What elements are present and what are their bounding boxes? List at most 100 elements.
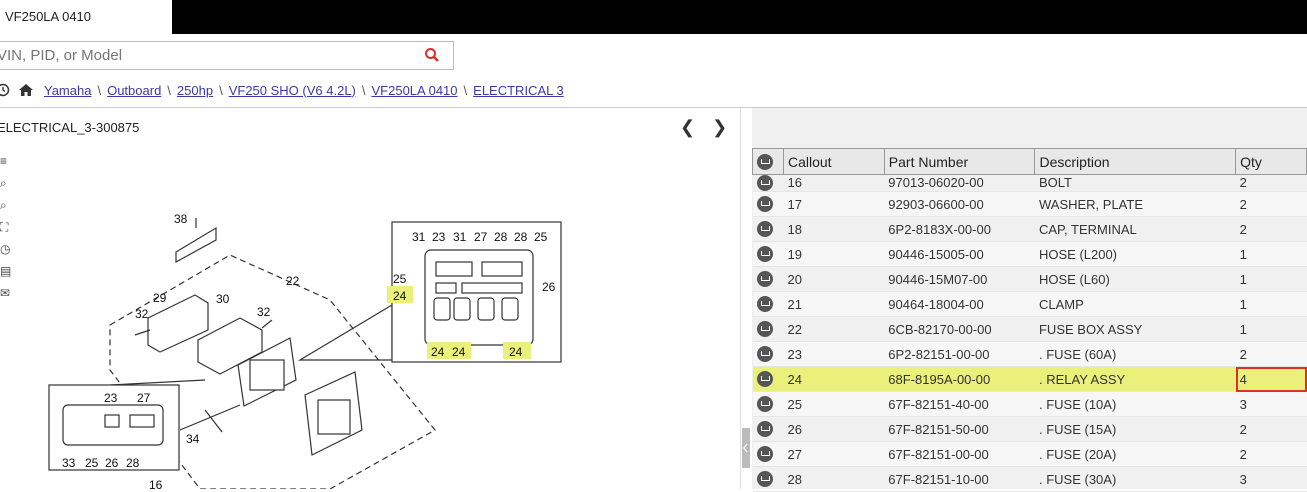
callout-31[interactable]: 31	[412, 230, 426, 244]
cell-qty: 3	[1235, 391, 1307, 417]
cell-qty: 2	[1235, 174, 1307, 192]
breadcrumb-outboard[interactable]: Outboard	[107, 83, 161, 98]
column-header-part-number[interactable]: Part Number	[883, 148, 1036, 175]
callout-26[interactable]: 26	[105, 456, 119, 470]
cell-qty: 1	[1235, 316, 1307, 342]
cell-part-number: 90446-15005-00	[884, 241, 1035, 267]
search-icon[interactable]	[424, 47, 440, 63]
table-row[interactable]: 21 90464-18004-00 CLAMP 1	[752, 291, 1307, 317]
cell-qty: 2	[1235, 216, 1307, 242]
callout-25[interactable]: 25	[393, 272, 407, 286]
cart-icon[interactable]	[756, 346, 773, 363]
cell-part-number: 92903-06600-00	[884, 191, 1035, 217]
table-row[interactable]: 28 67F-82151-10-00. FUSE (30A) 3	[752, 466, 1307, 492]
cell-callout: 27	[783, 441, 885, 467]
callout-38[interactable]: 38	[174, 212, 188, 226]
table-row[interactable]: 26 67F-82151-50-00. FUSE (15A) 2	[752, 416, 1307, 442]
cell-qty: 1	[1235, 266, 1307, 292]
callout-28[interactable]: 28	[126, 456, 140, 470]
cart-icon[interactable]	[756, 175, 773, 191]
table-row[interactable]: 22 6CB-82170-00-00 FUSE BOX ASSY 1	[752, 316, 1307, 342]
history-icon[interactable]	[0, 83, 10, 97]
column-header-callout[interactable]: Callout	[782, 148, 885, 175]
breadcrumb-vf250la[interactable]: VF250LA 0410	[372, 83, 458, 98]
breadcrumb-vf250-sho[interactable]: VF250 SHO (V6 4.2L)	[229, 83, 356, 98]
cart-icon[interactable]	[756, 321, 773, 338]
cell-callout: 16	[783, 174, 885, 192]
callout-25[interactable]: 25	[534, 230, 548, 244]
table-row[interactable]: 24 68F-8195A-00-00. RELAY ASSY 4	[752, 366, 1307, 392]
table-row[interactable]: 25 67F-82151-40-00. FUSE (10A) 3	[752, 391, 1307, 417]
tab-vf250la[interactable]: VF250LA 0410	[0, 0, 172, 34]
table-row[interactable]: 16 97013-06020-00 BOLT 2	[752, 174, 1307, 192]
callout-24-highlight[interactable]: 24	[393, 289, 407, 303]
callout-27[interactable]: 27	[137, 391, 151, 405]
cart-icon[interactable]	[757, 154, 773, 171]
cell-callout: 21	[783, 291, 885, 317]
callout-28[interactable]: 28	[494, 230, 508, 244]
table-row[interactable]: 19 90446-15005-00 HOSE (L200) 1	[752, 241, 1307, 267]
callout-33[interactable]: 33	[62, 456, 76, 470]
search-box	[0, 41, 454, 70]
callout-23[interactable]: 23	[432, 230, 446, 244]
table-row[interactable]: 20 90446-15M07-00 HOSE (L60) 1	[752, 266, 1307, 292]
cart-icon[interactable]	[756, 471, 773, 488]
cell-callout: 18	[783, 216, 885, 242]
callout-27[interactable]: 27	[474, 230, 488, 244]
cart-icon[interactable]	[756, 396, 773, 413]
callout-34[interactable]: 34	[186, 432, 200, 446]
breadcrumb: Yamaha \ Outboard \ 250hp \ VF250 SHO (V6 4…	[0, 80, 564, 100]
cell-description: HOSE (L60)	[1034, 266, 1236, 292]
cell-description: . FUSE (60A)	[1034, 341, 1236, 367]
callout-29[interactable]: 29	[153, 291, 167, 305]
callout-25[interactable]: 25	[85, 456, 99, 470]
cell-part-number: 6P2-8183X-00-00	[884, 216, 1035, 242]
cell-callout: 23	[783, 341, 885, 367]
cell-qty: 2	[1235, 191, 1307, 217]
cell-qty: 4	[1235, 366, 1307, 392]
search-input[interactable]	[0, 42, 397, 68]
cart-icon[interactable]	[756, 196, 773, 213]
parts-diagram: 38 22 29 30 32 32 34 16 31 23 31 27 28 2…	[48, 212, 562, 489]
cart-icon[interactable]	[756, 371, 773, 388]
table-header-row: Callout Part Number Description Qty	[752, 148, 1307, 175]
callout-24-highlight[interactable]: 24	[452, 345, 466, 359]
cart-icon[interactable]	[756, 446, 773, 463]
cell-description: FUSE BOX ASSY	[1034, 316, 1236, 342]
callout-28[interactable]: 28	[514, 230, 528, 244]
cart-icon[interactable]	[756, 221, 773, 238]
callout-16[interactable]: 16	[149, 478, 163, 489]
callout-30[interactable]: 30	[216, 292, 230, 306]
breadcrumb-electrical3[interactable]: ELECTRICAL 3	[473, 83, 564, 98]
cell-part-number: 90446-15M07-00	[884, 266, 1035, 292]
cell-description: WASHER, PLATE	[1034, 191, 1236, 217]
callout-24-highlight[interactable]: 24	[509, 345, 523, 359]
chevron-right-icon[interactable]: ❯	[712, 117, 727, 137]
cell-callout: 28	[783, 466, 885, 492]
cart-icon[interactable]	[756, 296, 773, 313]
home-icon[interactable]	[18, 83, 34, 97]
callout-32[interactable]: 32	[135, 307, 149, 321]
callout-24-highlight[interactable]: 24	[431, 345, 445, 359]
table-row[interactable]: 23 6P2-82151-00-00. FUSE (60A) 2	[752, 341, 1307, 367]
callout-26[interactable]: 26	[542, 280, 556, 294]
table-row[interactable]: 27 67F-82151-00-00. FUSE (20A) 2	[752, 441, 1307, 467]
cart-icon[interactable]	[756, 246, 773, 263]
breadcrumb-250hp[interactable]: 250hp	[177, 83, 213, 98]
table-row[interactable]: 17 92903-06600-00 WASHER, PLATE 2	[752, 191, 1307, 217]
cell-qty: 2	[1235, 341, 1307, 367]
callout-23[interactable]: 23	[104, 391, 118, 405]
cell-description: CLAMP	[1034, 291, 1236, 317]
cart-icon[interactable]	[756, 271, 773, 288]
cell-description: CAP, TERMINAL	[1034, 216, 1236, 242]
callout-31[interactable]: 31	[453, 230, 467, 244]
column-header-qty[interactable]: Qty	[1235, 148, 1307, 175]
cart-icon[interactable]	[756, 421, 773, 438]
callout-32[interactable]: 32	[257, 305, 271, 319]
cell-callout: 24	[783, 366, 885, 392]
breadcrumb-yamaha[interactable]: Yamaha	[44, 83, 91, 98]
chevron-left-icon[interactable]: ❮	[680, 117, 695, 137]
callout-22[interactable]: 22	[286, 274, 300, 288]
column-header-description[interactable]: Description	[1034, 148, 1237, 175]
table-row[interactable]: 18 6P2-8183X-00-00 CAP, TERMINAL 2	[752, 216, 1307, 242]
